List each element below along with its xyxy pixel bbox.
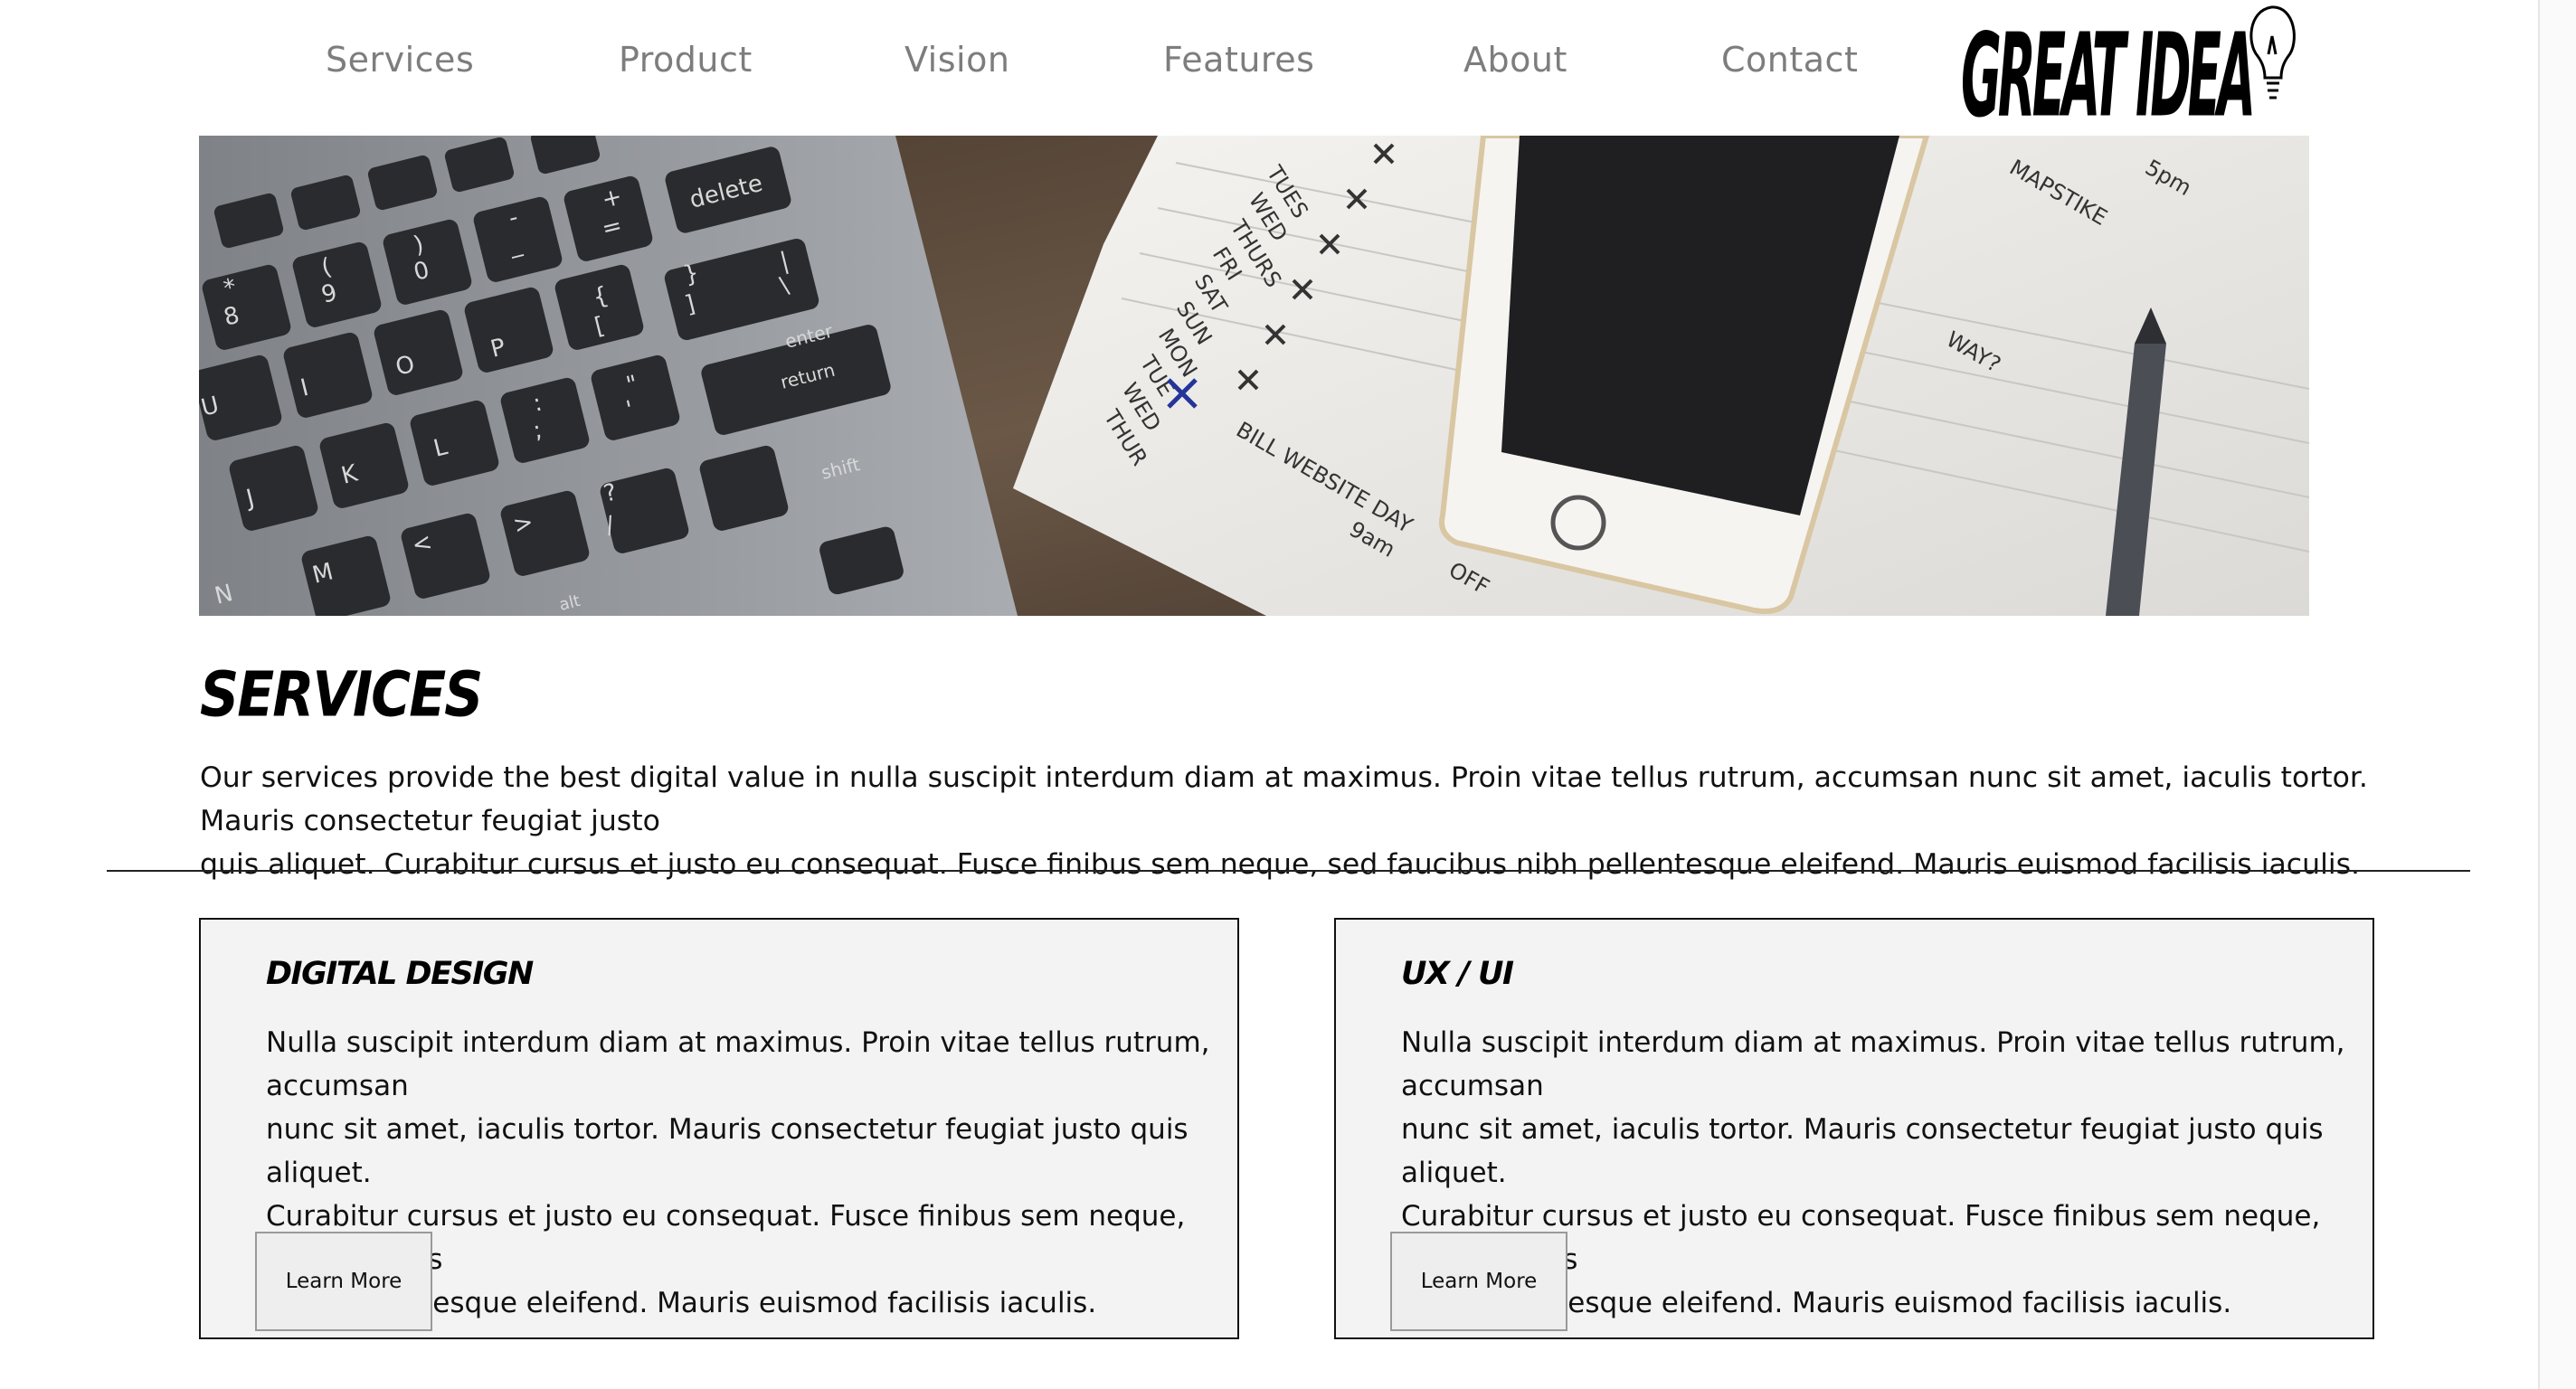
nav-link-services[interactable]: Services	[326, 40, 474, 80]
learn-more-button[interactable]: Learn More	[255, 1232, 432, 1331]
logo[interactable]: GREAT IDEA	[1959, 0, 2303, 143]
hero-image: delete enter return shift alt + = 8 9 0 …	[199, 136, 2309, 616]
vertical-scrollbar[interactable]	[2538, 0, 2576, 1389]
card-description-line: Nulla suscipit interdum diam at maximus.…	[1401, 1026, 2345, 1102]
card-title: DIGITAL DESIGN	[266, 956, 534, 992]
service-card-ux-ui: UX / UI Nulla suscipit interdum diam at …	[1334, 918, 2374, 1339]
lightbulb-icon	[2249, 5, 2296, 99]
services-heading: SERVICES	[200, 658, 483, 732]
nav-link-features[interactable]: Features	[1163, 40, 1314, 80]
card-title: UX / UI	[1401, 956, 1514, 992]
logo-wordmark: GREAT IDEA	[1961, 8, 2252, 136]
learn-more-button[interactable]: Learn More	[1390, 1232, 1567, 1331]
card-description-line: Nulla suscipit interdum diam at maximus.…	[266, 1026, 1210, 1102]
services-intro-line-1: Our services provide the best digital va…	[200, 761, 2368, 837]
nav-link-product[interactable]: Product	[619, 40, 753, 80]
nav-link-contact[interactable]: Contact	[1721, 40, 1858, 80]
services-intro: Our services provide the best digital va…	[200, 756, 2443, 886]
section-divider	[107, 870, 2470, 872]
card-description-line: nunc sit amet, iaculis tortor. Mauris co…	[266, 1113, 1189, 1189]
logo-graphic: GREAT IDEA	[1961, 5, 2296, 143]
top-navigation: Services Product Vision Features About C…	[0, 0, 2576, 143]
services-intro-line-2: quis aliquet. Curabitur cursus et justo …	[200, 848, 2361, 881]
card-description-line: nunc sit amet, iaculis tortor. Mauris co…	[1401, 1113, 2324, 1189]
nav-link-vision[interactable]: Vision	[904, 40, 1009, 80]
service-card-digital-design: DIGITAL DESIGN Nulla suscipit interdum d…	[199, 918, 1239, 1339]
nav-link-about[interactable]: About	[1463, 40, 1567, 80]
hero-photo: delete enter return shift alt + = 8 9 0 …	[199, 136, 2309, 616]
